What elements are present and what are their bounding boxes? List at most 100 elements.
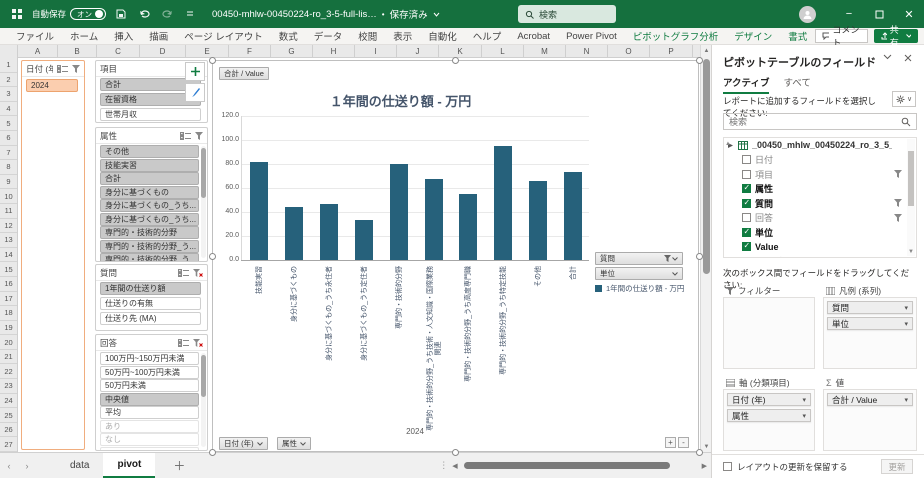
axis-field-button-date[interactable]: 日付 (年) <box>219 437 268 450</box>
select-all-corner[interactable] <box>0 45 18 58</box>
scroll-left-arrow-icon[interactable]: ◀ <box>452 462 457 470</box>
value-field-button[interactable]: 合計 / Value <box>219 67 269 80</box>
slicer-item[interactable]: 専門的・技術的分野 <box>100 226 199 239</box>
ribbon-tab-描画[interactable]: 描画 <box>141 29 176 43</box>
column-header-A[interactable]: A <box>18 45 58 58</box>
column-header-N[interactable]: N <box>566 45 608 58</box>
bar-専門的・技術的分野_うち高度専門職[interactable] <box>459 194 477 260</box>
chart-elements-button[interactable] <box>185 62 205 81</box>
slicer-item[interactable]: 50万円~100万円未満 <box>100 366 199 379</box>
column-header-D[interactable]: D <box>140 45 186 58</box>
sheet-nav-next-icon[interactable]: › <box>18 461 36 471</box>
ribbon-tab-数式[interactable]: 数式 <box>271 29 306 43</box>
chart-selection-handle[interactable] <box>696 57 703 64</box>
chart-legend[interactable]: 1年間の仕送り額 - 万円 <box>595 283 684 294</box>
sheet-tab-data[interactable]: data <box>56 453 103 478</box>
slicer-item[interactable]: その他 <box>100 145 199 158</box>
account-avatar[interactable] <box>799 6 816 23</box>
filters-area[interactable] <box>723 297 815 369</box>
slicer-item[interactable]: 50万円未満 <box>100 379 199 392</box>
field-row-日付[interactable]: 日付 <box>724 153 916 168</box>
clear-filter-icon[interactable] <box>193 269 203 277</box>
row-header-24[interactable]: 24 <box>0 394 17 409</box>
horizontal-scrollbar[interactable] <box>462 461 698 470</box>
ribbon-tab-表示[interactable]: 表示 <box>385 29 420 43</box>
row-header-26[interactable]: 26 <box>0 423 17 438</box>
tools-gear-button[interactable]: ∨ <box>892 91 916 107</box>
slicer-item[interactable]: 100万円~150万円未満 <box>100 352 199 365</box>
field-row-日付 (年)[interactable]: 日付 (年) <box>724 254 916 258</box>
row-header-18[interactable]: 18 <box>0 306 17 321</box>
collapse-field-button[interactable]: - <box>678 437 689 448</box>
chart-selection-handle[interactable] <box>696 449 703 456</box>
slicer-item[interactable]: 技能実習 <box>100 159 199 172</box>
row-header-13[interactable]: 13 <box>0 233 17 248</box>
row-header-1[interactable]: 1 <box>0 58 17 73</box>
undo-icon[interactable] <box>136 6 152 22</box>
redo-icon[interactable] <box>159 6 175 22</box>
slicer-item[interactable]: あり <box>100 420 199 433</box>
column-header-B[interactable]: B <box>58 45 97 58</box>
row-header-23[interactable]: 23 <box>0 379 17 394</box>
ribbon-tab-ファイル[interactable]: ファイル <box>8 29 62 43</box>
row-header-4[interactable]: 4 <box>0 102 17 117</box>
series-field-button-question[interactable]: 質問 <box>595 252 683 265</box>
bar-専門的・技術的分野_うち技術・人文知識・国際業務[interactable] <box>425 179 443 260</box>
share-button[interactable]: 共有 <box>874 29 918 43</box>
ribbon-tab-データ[interactable]: データ <box>306 29 351 43</box>
bar-技能実習[interactable] <box>250 162 268 260</box>
row-header-10[interactable]: 10 <box>0 189 17 204</box>
row-header-16[interactable]: 16 <box>0 277 17 292</box>
field-row-属性[interactable]: 属性 <box>724 182 916 197</box>
row-header-2[interactable]: 2 <box>0 73 17 88</box>
ribbon-tab-ヘルプ[interactable]: ヘルプ <box>465 29 510 43</box>
fields-search-input[interactable] <box>724 117 901 127</box>
row-header-8[interactable]: 8 <box>0 160 17 175</box>
ribbon-tab-Acrobat[interactable]: Acrobat <box>509 31 558 42</box>
field-row-Value[interactable]: Value <box>724 240 916 255</box>
row-header-22[interactable]: 22 <box>0 364 17 379</box>
column-header-O[interactable]: O <box>608 45 650 58</box>
ribbon-tab-ページ レイアウト[interactable]: ページ レイアウト <box>176 29 270 43</box>
field-filter-icon[interactable] <box>894 199 902 207</box>
field-row-質問[interactable]: 質問 <box>724 196 916 211</box>
ribbon-tab-挿入[interactable]: 挿入 <box>106 29 141 43</box>
values-area[interactable]: 合計 / Value▾ <box>823 389 917 451</box>
multi-select-icon[interactable] <box>178 269 189 277</box>
slicer-item[interactable]: 1年間の仕送り額 <box>100 282 201 295</box>
slicer-item[interactable]: 専門的・技術的分野_う... <box>100 240 199 253</box>
panel-tab-all[interactable]: すべて <box>783 75 810 94</box>
chart-selection-handle[interactable] <box>452 449 459 456</box>
chart-selection-handle[interactable] <box>209 449 216 456</box>
row-header-27[interactable]: 27 <box>0 437 17 452</box>
field-scroll-up-icon[interactable]: ▲ <box>724 141 732 147</box>
slicer-item[interactable]: なし <box>100 433 199 446</box>
clear-filter-icon[interactable] <box>193 339 203 347</box>
slicer-scroll-thumb[interactable] <box>201 148 206 198</box>
field-checkbox[interactable] <box>742 257 751 258</box>
field-row-単位[interactable]: 単位 <box>724 225 916 240</box>
chart-selection-handle[interactable] <box>209 57 216 64</box>
column-header-H[interactable]: H <box>313 45 355 58</box>
document-title[interactable]: 00450-mhlw-00450224-ro_3-5-full-lis… <box>212 9 377 20</box>
scroll-right-arrow-icon[interactable]: ▶ <box>702 462 707 470</box>
row-header-14[interactable]: 14 <box>0 248 17 263</box>
bar-専門的・技術的分野_うち特定技能[interactable] <box>494 146 512 260</box>
slicer-item[interactable]: 世帯月収 <box>100 108 201 121</box>
scrollbar-resize-grip[interactable]: ⋮ <box>439 460 448 471</box>
field-checkbox[interactable] <box>742 184 751 193</box>
field-checkbox[interactable] <box>742 242 751 251</box>
chart-selection-handle[interactable] <box>696 253 703 260</box>
panel-tab-active[interactable]: アクティブ <box>723 75 769 94</box>
slicer-item[interactable]: 身分に基づくもの_うち... <box>100 213 199 226</box>
column-header-C[interactable]: C <box>97 45 140 58</box>
slicer-date[interactable]: 日付 (年)2024 <box>21 60 85 450</box>
row-header-5[interactable]: 5 <box>0 116 17 131</box>
slicer-item[interactable]: 平均 <box>100 406 199 419</box>
slicer-answer[interactable]: 回答100万円~150万円未満50万円~100万円未満50万円未満中央値平均あり… <box>95 334 208 451</box>
area-pill-日付 (年)[interactable]: 日付 (年)▾ <box>727 393 811 406</box>
funnel-icon[interactable] <box>72 65 80 73</box>
ribbon-tab-書式[interactable]: 書式 <box>780 29 815 43</box>
slicer-scroll-thumb[interactable] <box>201 355 206 397</box>
slicer-item[interactable]: 身分に基づくもの_うち... <box>100 199 199 212</box>
